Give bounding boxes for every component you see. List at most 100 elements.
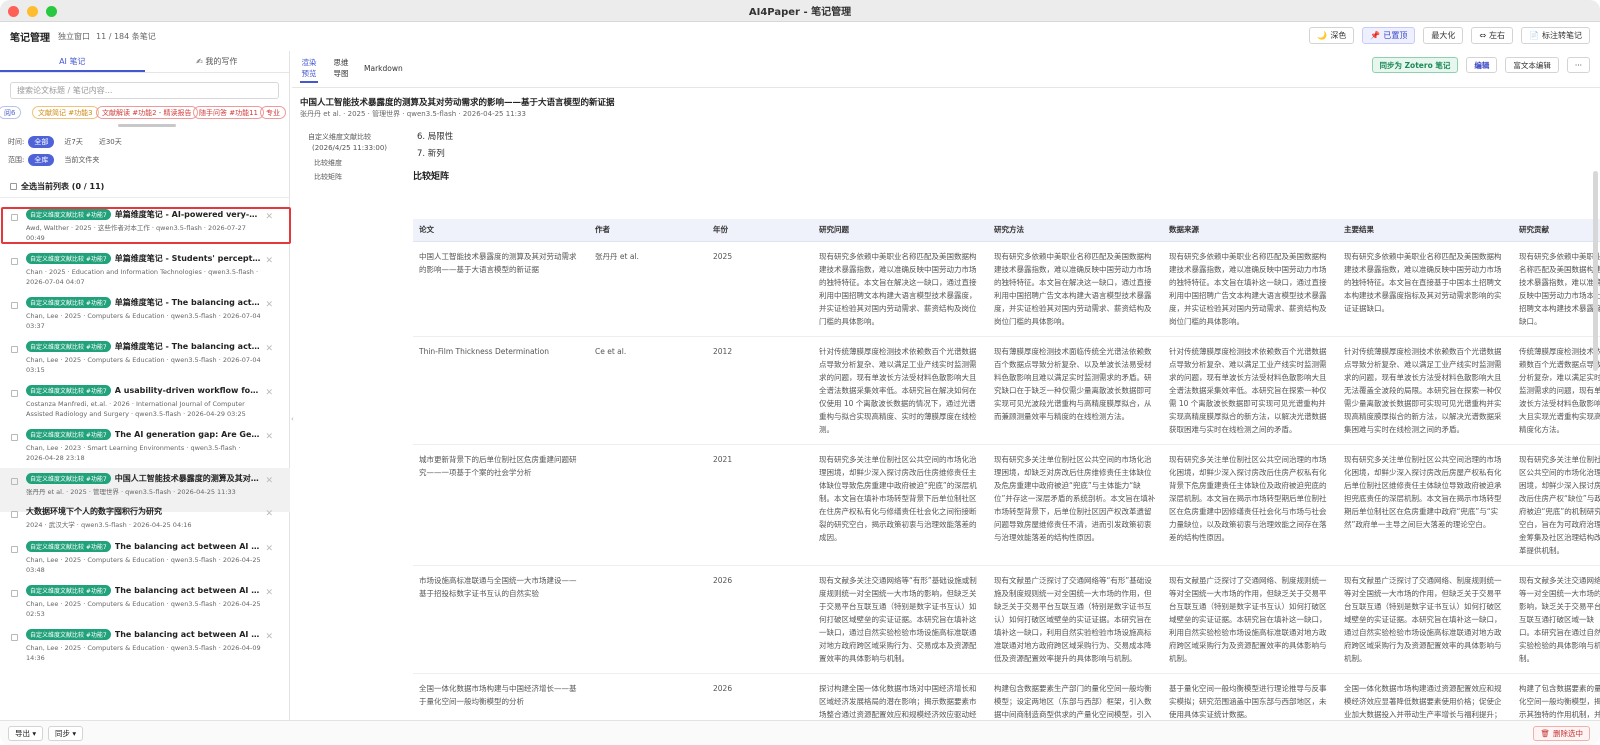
time-all[interactable]: 全部 [28, 136, 55, 148]
item-title: 单篇维度笔记 - Students' perceptions ... [114, 254, 261, 263]
close-icon[interactable]: ✕ [265, 432, 273, 442]
item-title: 单篇维度笔记 - The balancing act betw... [114, 298, 261, 307]
list-item[interactable]: 自定义维度文献比较 #功能7 The balancing act between … [0, 624, 290, 668]
table-cell: 2026 [707, 565, 813, 674]
table-header: 论文 [413, 219, 589, 242]
zoom-window-button[interactable] [46, 6, 57, 17]
toc-item[interactable]: 比较矩阵 [308, 172, 408, 183]
tab-markdown[interactable]: Markdown [364, 63, 403, 74]
chip-item[interactable]: 阅6 [0, 106, 22, 119]
scope-folder[interactable]: 当前文件夹 [58, 154, 105, 166]
select-all-checkbox[interactable] [10, 183, 17, 190]
search-input[interactable]: 搜索论文标题 / 笔记内容... [10, 82, 279, 99]
table-cell: 基于量化空间一般均衡模型进行理论推导与反事实模拟；研究范围涵盖中国东部与西部地区… [1163, 673, 1338, 720]
table-cell: 现有研究多关注单位制社区公共空间的市场化治理困境，却缺乏对房改后住房维修责任主体… [988, 444, 1163, 566]
item-meta: Chan, Lee · 2023 · Smart Learning Enviro… [26, 444, 241, 462]
chips-scrollbar[interactable] [118, 124, 176, 127]
table-cell: 现有文献虽广泛探讨了交通网络等“有形”基础设施及制度规则统一对全国统一大市场的作… [988, 565, 1163, 674]
item-checkbox[interactable] [11, 390, 18, 397]
trash-icon: 🗑 [1540, 729, 1550, 738]
table-cell: 2021 [707, 444, 813, 566]
chip-item[interactable]: 文献简记 #功能3 [32, 106, 99, 119]
table-cell: 张丹丹 et al. [589, 241, 707, 337]
list-item[interactable]: 自定义维度文献比较 #功能7 The balancing act between … [0, 580, 290, 624]
list-item: 7. 新列 [417, 149, 445, 159]
close-icon[interactable]: ✕ [265, 476, 273, 486]
item-title: A usability-driven workflow for virtual.… [114, 386, 261, 395]
list-item[interactable]: 自定义维度文献比较 #功能7 The AI generation gap: Are… [0, 424, 290, 468]
item-checkbox[interactable] [11, 434, 18, 441]
time-7d[interactable]: 近7天 [58, 136, 88, 148]
item-title: 大数据环境下个人的数字囤积行为研究 [26, 507, 162, 516]
chip-item[interactable]: 专业 [260, 106, 286, 119]
moon-icon: 🌙 [1317, 31, 1328, 40]
item-checkbox[interactable] [11, 546, 18, 553]
minimize-window-button[interactable] [27, 6, 38, 17]
close-icon[interactable]: ✕ [265, 388, 273, 398]
edit-button[interactable]: 编辑 [1466, 57, 1498, 73]
tab-mindmap[interactable]: 思维导图 [332, 57, 350, 79]
delete-selected-button[interactable]: 🗑 删除选中 [1533, 726, 1590, 741]
dark-mode-button[interactable]: 🌙 深色 [1309, 27, 1355, 44]
close-icon[interactable]: ✕ [265, 300, 273, 310]
toc-date: (2026/4/25 11:33:00) [312, 144, 388, 152]
window-title: AI4Paper - 笔记管理 [748, 7, 852, 18]
tab-render-preview[interactable]: 渲染预览 [300, 57, 318, 83]
note-viewer: 渲染预览 思维导图 Markdown 同步为 Zotero 笔记 编辑 富文本编… [291, 51, 1600, 720]
note-meta: 张丹丹 et al. · 2025 · 管理世界 · qwen3.5-flash… [300, 110, 526, 118]
item-tag: 自定义维度文献比较 #功能7 [26, 297, 111, 308]
table-cell: 现有研究多依赖中美职业名称匹配及美国数据构建技术暴露指数，难以准确反映中国劳动力… [1163, 241, 1338, 337]
item-checkbox[interactable] [11, 478, 18, 485]
close-icon[interactable]: ✕ [265, 632, 273, 642]
table-cell: 现有文献多关注交通网络等“有形”基础设施或制度规则统一对全国统一大市场的影响，但… [813, 565, 988, 674]
select-all[interactable]: 全选当前列表 (0 / 11) [10, 181, 104, 192]
chip-item[interactable]: 随手问答 #功能11 [193, 106, 264, 119]
item-checkbox[interactable] [11, 634, 18, 641]
sync-zotero-button[interactable]: 同步为 Zotero 笔记 [1371, 57, 1459, 73]
toc-item[interactable]: 比较维度 [308, 158, 408, 169]
close-icon[interactable]: ✕ [265, 588, 273, 598]
table-cell: 市场设施高标准联通与全国统一大市场建设——基于招投标数字证书互认的自然实验 [413, 565, 589, 674]
close-icon[interactable]: ✕ [265, 344, 273, 354]
list-item[interactable]: 自定义维度文献比较 #功能7 单篇维度笔记 - Students' percept… [0, 248, 290, 292]
item-meta: Chan · 2025 · Education and Information … [26, 268, 259, 286]
item-tag: 自定义维度文献比较 #功能7 [26, 541, 111, 552]
toc-title[interactable]: 自定义维度文献比较 [308, 132, 408, 143]
tab-my-writing[interactable]: ✍ 我的写作 [145, 51, 290, 72]
divider [0, 197, 290, 198]
close-icon[interactable]: ✕ [265, 544, 273, 554]
time-30d[interactable]: 近30天 [93, 136, 128, 148]
item-checkbox[interactable] [11, 590, 18, 597]
list-item[interactable]: 自定义维度文献比较 #功能7 单篇维度笔记 - The balancing act… [0, 292, 290, 336]
list-item[interactable]: 自定义维度文献比较 #功能7 The balancing act between … [0, 536, 290, 580]
content-scrollbar[interactable] [1593, 171, 1598, 371]
pin-button[interactable]: 📌 已置顶 [1362, 27, 1416, 44]
item-checkbox[interactable] [11, 346, 18, 353]
list-item[interactable]: 自定义维度文献比较 #功能7 A usability-driven workflo… [0, 380, 290, 424]
rich-text-edit-button[interactable]: 富文本编辑 [1505, 57, 1559, 73]
close-window-button[interactable] [8, 6, 19, 17]
table-row: 中国人工智能技术暴露度的测算及其对劳动需求的影响——基于大语言模型的新证据 张丹丹… [413, 241, 1600, 337]
more-button[interactable]: ··· [1566, 57, 1590, 73]
item-checkbox[interactable] [11, 258, 18, 265]
item-tag: 自定义维度文献比较 #功能7 [26, 429, 111, 440]
item-checkbox[interactable] [11, 302, 18, 309]
annotation-to-note-button[interactable]: 📄 标注转笔记 [1521, 27, 1590, 44]
table-cell: 构建了包含数据要素的量化空间一般均衡模型，揭示其独特的作用机制，并为构建全国一体… [1513, 673, 1600, 720]
scope-library[interactable]: 全库 [28, 154, 55, 166]
export-button[interactable]: 导出 ▾ [8, 726, 44, 741]
close-icon[interactable]: ✕ [265, 509, 273, 519]
item-checkbox[interactable] [11, 511, 18, 518]
tab-ai-notes[interactable]: AI 笔记 [0, 51, 145, 72]
maximize-button[interactable]: 最大化 [1423, 27, 1464, 44]
table-row: Thin-Film Thickness Determination Ce et a… [413, 336, 1600, 445]
list-item[interactable]: 自定义维度文献比较 #功能7 单篇维度笔记 - The balancing act… [0, 336, 290, 380]
table-cell: 现有文献虽广泛探讨了交通网络、制度规则统一等对全国统一大市场的作用，但缺乏关于交… [1163, 565, 1338, 674]
chip-item[interactable]: 文献解读 #功能2 - 精读报告 [96, 106, 198, 119]
close-icon[interactable]: ✕ [265, 256, 273, 266]
left-right-layout-button[interactable]: ⇔ 左右 [1471, 27, 1514, 44]
item-title: The AI generation gap: Are Gen Z stu... [114, 430, 261, 439]
sync-button[interactable]: 同步 ▾ [48, 726, 84, 741]
table-of-contents: 自定义维度文献比较 (2026/4/25 11:33:00) 比较维度 比较矩阵 [308, 132, 408, 183]
collapse-handle-icon[interactable]: ‹ [291, 415, 294, 423]
